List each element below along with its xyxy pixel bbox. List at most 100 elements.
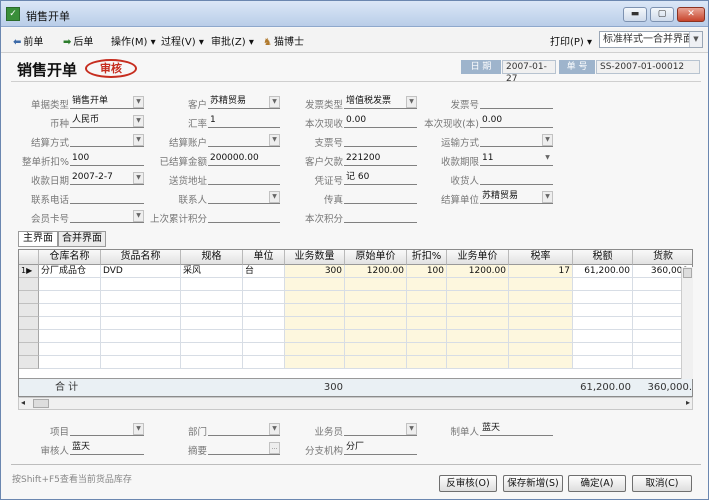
empty-cell[interactable] [243, 343, 285, 356]
empty-cell[interactable] [101, 343, 181, 356]
empty-cell[interactable] [285, 304, 345, 317]
summary-field[interactable]: … [208, 441, 280, 455]
empty-cell[interactable] [101, 278, 181, 291]
empty-cell[interactable] [101, 317, 181, 330]
empty-cell[interactable] [345, 356, 407, 369]
tab-main[interactable]: 主界面 [18, 231, 58, 247]
row-indicator[interactable] [19, 343, 39, 356]
empty-cell[interactable] [407, 343, 447, 356]
empty-cell[interactable] [181, 291, 243, 304]
branch-field[interactable]: 分厂 [344, 441, 417, 455]
print-menu[interactable]: 打印(P) ▾ [550, 33, 592, 48]
col-warehouse[interactable]: 仓库名称 [39, 250, 101, 265]
col-orig-price[interactable]: 原始单价 [345, 250, 407, 265]
row-indicator[interactable] [19, 304, 39, 317]
doc-type-field[interactable]: 销售开单 ▼ [70, 95, 144, 109]
cell-price[interactable]: 1200.00 [447, 265, 509, 278]
empty-cell[interactable] [509, 343, 573, 356]
cell-tax-rate[interactable]: 17 [509, 265, 573, 278]
empty-cell[interactable] [407, 291, 447, 304]
empty-cell[interactable] [345, 278, 407, 291]
cheque-field[interactable] [344, 133, 417, 147]
empty-cell[interactable] [573, 304, 633, 317]
collect-date-field[interactable]: 2007-2-7 ▼ [70, 171, 144, 185]
invoice-no-field[interactable] [480, 95, 553, 109]
row-indicator[interactable]: 1▶ [19, 265, 39, 278]
currency-field[interactable]: 人民币 ▼ [70, 114, 144, 128]
contact-field[interactable]: ▼ [208, 190, 280, 204]
settle-unit-field[interactable]: 苏精贸易 ▼ [480, 190, 553, 204]
process-menu[interactable]: 过程(V) ▾ [161, 33, 204, 48]
empty-cell[interactable] [573, 343, 633, 356]
empty-cell[interactable] [447, 317, 509, 330]
empty-cell[interactable] [243, 330, 285, 343]
empty-cell[interactable] [447, 278, 509, 291]
empty-cell[interactable] [447, 356, 509, 369]
shipping-field[interactable]: ▼ [480, 133, 553, 147]
cell-tax[interactable]: 61,200.00 [573, 265, 633, 278]
empty-cell[interactable] [285, 356, 345, 369]
empty-cell[interactable] [407, 304, 447, 317]
empty-cell[interactable] [573, 330, 633, 343]
col-tax-rate[interactable]: 税率 [509, 250, 573, 265]
scroll-thumb[interactable] [683, 268, 692, 278]
ok-button[interactable]: 确定(A) [568, 475, 626, 492]
style-select[interactable]: 标准样式一合并界面 ▼ [599, 31, 703, 48]
received-base-field[interactable]: 0.00 [480, 114, 553, 128]
account-field[interactable]: ▼ [208, 133, 280, 147]
empty-cell[interactable] [447, 291, 509, 304]
col-tax[interactable]: 税额 [573, 250, 633, 265]
empty-cell[interactable] [181, 278, 243, 291]
empty-cell[interactable] [181, 330, 243, 343]
empty-cell[interactable] [243, 317, 285, 330]
empty-cell[interactable] [181, 343, 243, 356]
empty-cell[interactable] [345, 330, 407, 343]
horizontal-scrollbar[interactable]: ◂ ▸ [18, 397, 693, 410]
col-amount[interactable]: 货款 [633, 250, 692, 265]
fax-field[interactable] [344, 190, 417, 204]
unapprove-button[interactable]: 反审核(O) [439, 475, 497, 492]
col-spec[interactable]: 规格 [181, 250, 243, 265]
row-indicator[interactable] [19, 356, 39, 369]
row-indicator[interactable] [19, 278, 39, 291]
empty-cell[interactable] [39, 330, 101, 343]
col-product[interactable]: 货品名称 [101, 250, 181, 265]
vertical-scrollbar[interactable] [681, 267, 693, 379]
empty-cell[interactable] [407, 317, 447, 330]
empty-cell[interactable] [39, 304, 101, 317]
empty-cell[interactable] [101, 330, 181, 343]
prev-button[interactable]: ⬅ 前单 [13, 33, 43, 48]
col-unit[interactable]: 单位 [243, 250, 285, 265]
empty-cell[interactable] [181, 317, 243, 330]
rate-field[interactable]: 1 [208, 114, 280, 128]
empty-cell[interactable] [243, 304, 285, 317]
empty-cell[interactable] [39, 343, 101, 356]
member-field[interactable]: ▼ [70, 209, 144, 223]
invoice-type-field[interactable]: 增值税发票 ▼ [344, 95, 417, 109]
empty-cell[interactable] [509, 330, 573, 343]
empty-cell[interactable] [181, 304, 243, 317]
row-indicator[interactable] [19, 317, 39, 330]
empty-cell[interactable] [345, 343, 407, 356]
received-field[interactable]: 0.00 [344, 114, 417, 128]
date-value[interactable]: 2007-01-27 [502, 60, 556, 84]
empty-cell[interactable] [101, 291, 181, 304]
phone-field[interactable] [70, 190, 144, 204]
empty-cell[interactable] [285, 278, 345, 291]
col-price[interactable]: 业务单价 [447, 250, 509, 265]
empty-cell[interactable] [573, 356, 633, 369]
col-discount[interactable]: 折扣% [407, 250, 447, 265]
maximize-button[interactable]: ▢ [650, 7, 674, 22]
empty-cell[interactable] [509, 291, 573, 304]
empty-cell[interactable] [447, 304, 509, 317]
salesman-field[interactable]: ▼ [344, 422, 417, 436]
empty-cell[interactable] [243, 278, 285, 291]
empty-cell[interactable] [243, 291, 285, 304]
minimize-button[interactable]: ▬ [623, 7, 647, 22]
ops-menu[interactable]: 操作(M) ▾ [111, 33, 156, 48]
term-field[interactable]: 11 ▼ [480, 152, 553, 166]
doc-no-value[interactable]: SS-2007-01-00012 [596, 60, 700, 74]
empty-cell[interactable] [407, 356, 447, 369]
empty-cell[interactable] [573, 317, 633, 330]
empty-cell[interactable] [285, 343, 345, 356]
